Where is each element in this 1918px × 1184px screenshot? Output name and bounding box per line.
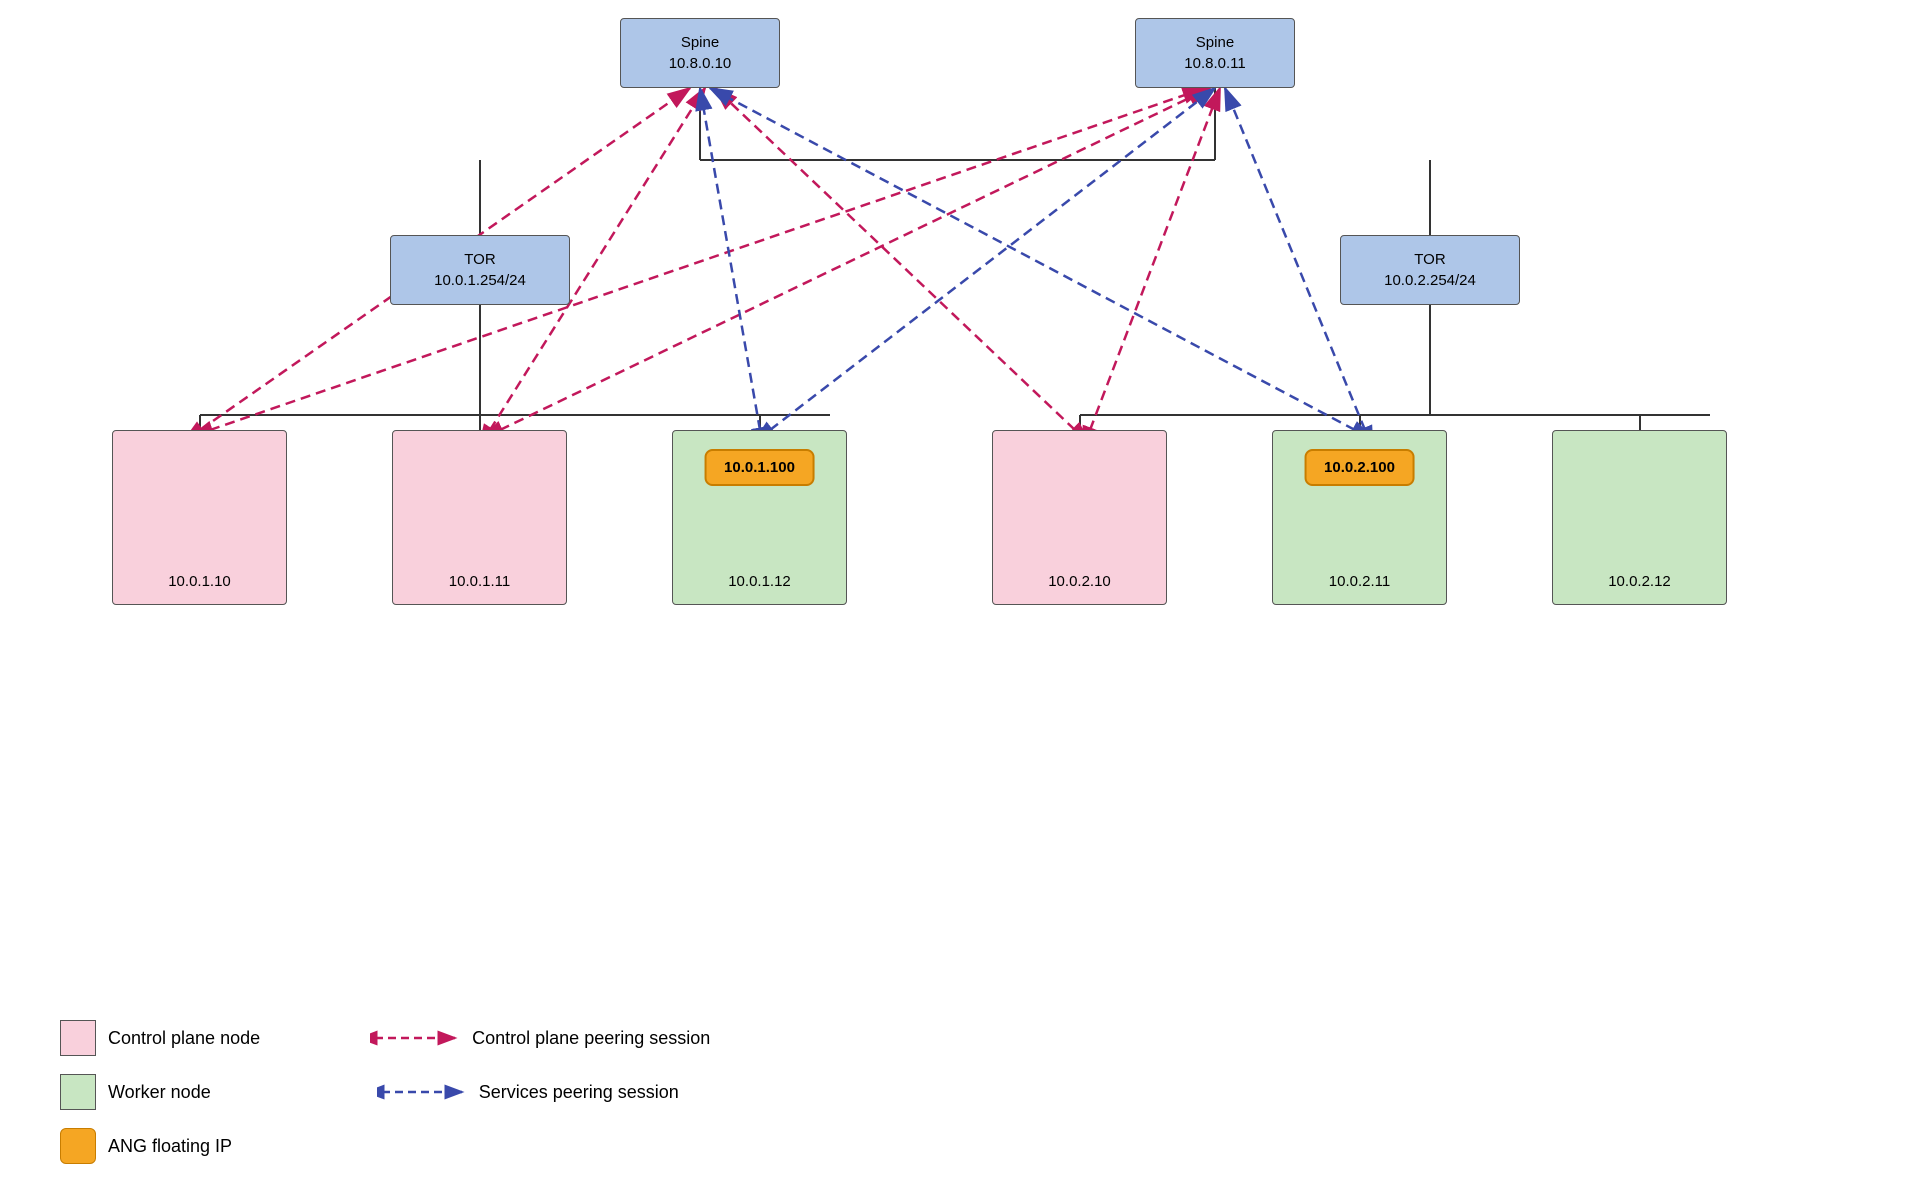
worker3-ip: 10.0.2.12: [1553, 571, 1726, 592]
worker1-node: 10.0.1.100 10.0.1.12: [672, 430, 847, 605]
tor2-ip: 10.0.2.254/24: [1384, 270, 1476, 291]
worker1-floating-ip: 10.0.1.100: [704, 449, 815, 486]
legend-cp-peering-label: Control plane peering session: [472, 1028, 710, 1049]
spine1-ip: 10.8.0.10: [669, 53, 732, 74]
legend-control-label: Control plane node: [108, 1028, 260, 1049]
legend-control-box: [60, 1020, 96, 1056]
cp3-ip: 10.0.2.10: [993, 571, 1166, 592]
legend-row-3: ANG floating IP: [60, 1128, 710, 1164]
worker2-floating-ip: 10.0.2.100: [1304, 449, 1415, 486]
tor1-label: TOR: [434, 249, 526, 270]
legend-row-1: Control plane node Control plane peering…: [60, 1020, 710, 1056]
legend-cp-peering: Control plane peering session: [370, 1028, 710, 1049]
tor1-node: TOR 10.0.1.254/24: [390, 235, 570, 305]
diagram-container: Spine 10.8.0.10 Spine 10.8.0.11 TOR 10.0…: [0, 0, 1918, 1184]
legend-worker: Worker node: [60, 1074, 211, 1110]
legend-svc-peering-label: Services peering session: [479, 1082, 679, 1103]
cp3-node: 10.0.2.10: [992, 430, 1167, 605]
spine2-label: Spine: [1184, 32, 1245, 53]
spine1-node: Spine 10.8.0.10: [620, 18, 780, 88]
spine2-node: Spine 10.8.0.11: [1135, 18, 1295, 88]
legend-floating-ip: ANG floating IP: [60, 1128, 232, 1164]
worker1-ip: 10.0.1.12: [673, 571, 846, 592]
legend-svc-peering: Services peering session: [377, 1082, 679, 1103]
tor1-ip: 10.0.1.254/24: [434, 270, 526, 291]
worker3-node: 10.0.2.12: [1552, 430, 1727, 605]
legend-worker-label: Worker node: [108, 1082, 211, 1103]
legend-worker-box: [60, 1074, 96, 1110]
legend-svc-peering-icon: [377, 1082, 467, 1102]
worker2-ip: 10.0.2.11: [1273, 571, 1446, 592]
spine2-ip: 10.8.0.11: [1184, 53, 1245, 74]
cp2-ip: 10.0.1.11: [393, 571, 566, 592]
legend-cp-peering-icon: [370, 1028, 460, 1048]
cp1-node: 10.0.1.10: [112, 430, 287, 605]
tor2-label: TOR: [1384, 249, 1476, 270]
legend-floating-label: ANG floating IP: [108, 1136, 232, 1157]
legend-control-plane: Control plane node: [60, 1020, 260, 1056]
cp1-ip: 10.0.1.10: [113, 571, 286, 592]
tor2-node: TOR 10.0.2.254/24: [1340, 235, 1520, 305]
legend-floating-box: [60, 1128, 96, 1164]
spine1-label: Spine: [669, 32, 732, 53]
legend: Control plane node Control plane peering…: [60, 1020, 710, 1164]
legend-row-2: Worker node Services peering session: [60, 1074, 710, 1110]
worker2-node: 10.0.2.100 10.0.2.11: [1272, 430, 1447, 605]
cp2-node: 10.0.1.11: [392, 430, 567, 605]
